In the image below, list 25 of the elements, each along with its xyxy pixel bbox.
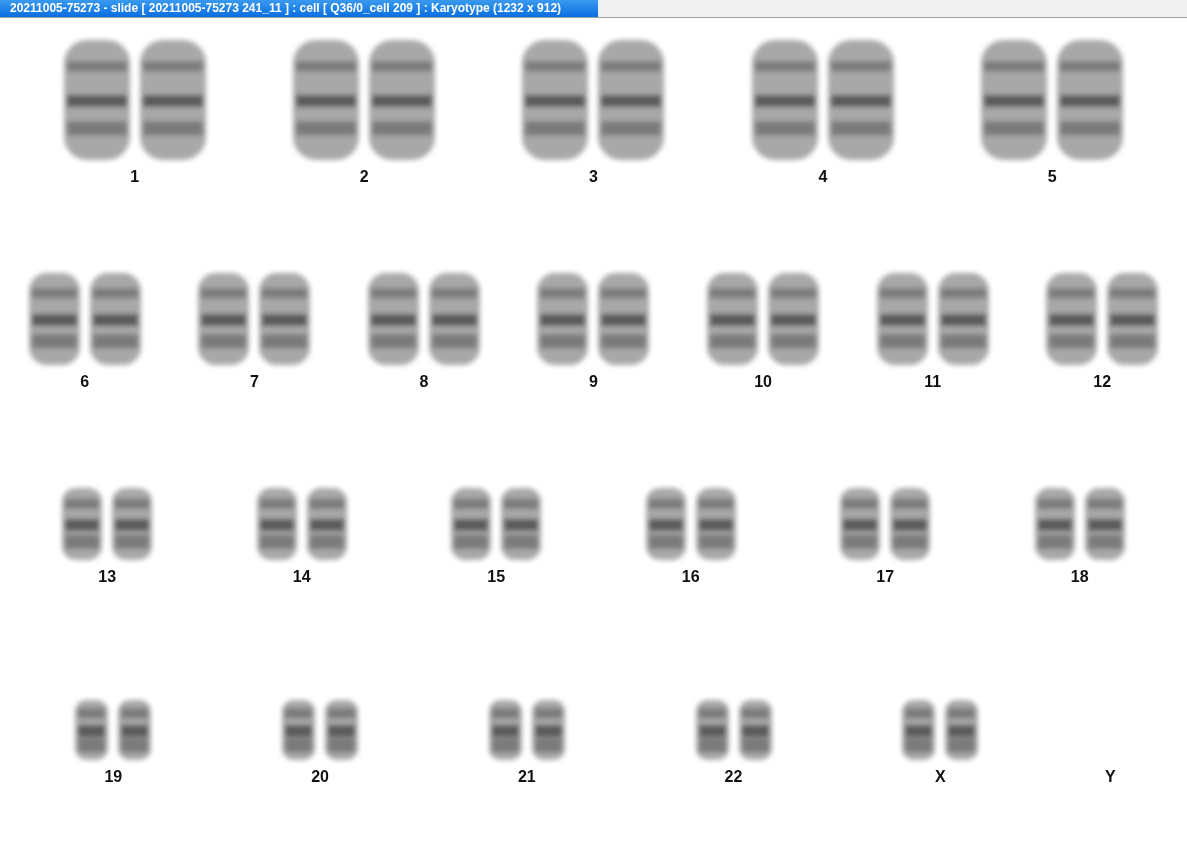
chromosome-label: 14 bbox=[292, 568, 311, 586]
chromosome-label: 18 bbox=[1070, 568, 1089, 586]
chromosome-label: 16 bbox=[681, 568, 700, 586]
chromosome-label: 15 bbox=[487, 568, 506, 586]
chromosome-label: 2 bbox=[359, 168, 369, 186]
chromosome-label: 6 bbox=[80, 373, 90, 391]
chromosome-label: 5 bbox=[1047, 168, 1057, 186]
chromosome-label: 8 bbox=[419, 373, 429, 391]
chromosome-label: 19 bbox=[104, 768, 123, 786]
chromosome-label: 17 bbox=[876, 568, 895, 586]
chromosome-label: 22 bbox=[724, 768, 743, 786]
chromosome-label: 9 bbox=[589, 373, 598, 391]
chromosome-label: 21 bbox=[517, 768, 536, 786]
chromosome-label: 13 bbox=[98, 568, 117, 586]
chromosome-label: 7 bbox=[249, 373, 259, 391]
chromosome-label: 20 bbox=[311, 768, 329, 786]
chromosome-label: 1 bbox=[130, 168, 140, 186]
chromosome-label: Y bbox=[1104, 768, 1116, 786]
chromosome-label: 3 bbox=[589, 168, 598, 186]
chromosome-label: 4 bbox=[818, 168, 828, 186]
chromosome-label: 11 bbox=[924, 373, 942, 391]
chromosome-label: 10 bbox=[754, 373, 772, 391]
chromosome-label: 12 bbox=[1093, 373, 1112, 391]
chromosome-label: X bbox=[934, 768, 946, 786]
window-title: 20211005-75273 - slide [ 20211005-75273 241_11 ] : cell [ Q36/0_cell 209 ] : Karyotype (1232 x 912) bbox=[0, 0, 598, 17]
